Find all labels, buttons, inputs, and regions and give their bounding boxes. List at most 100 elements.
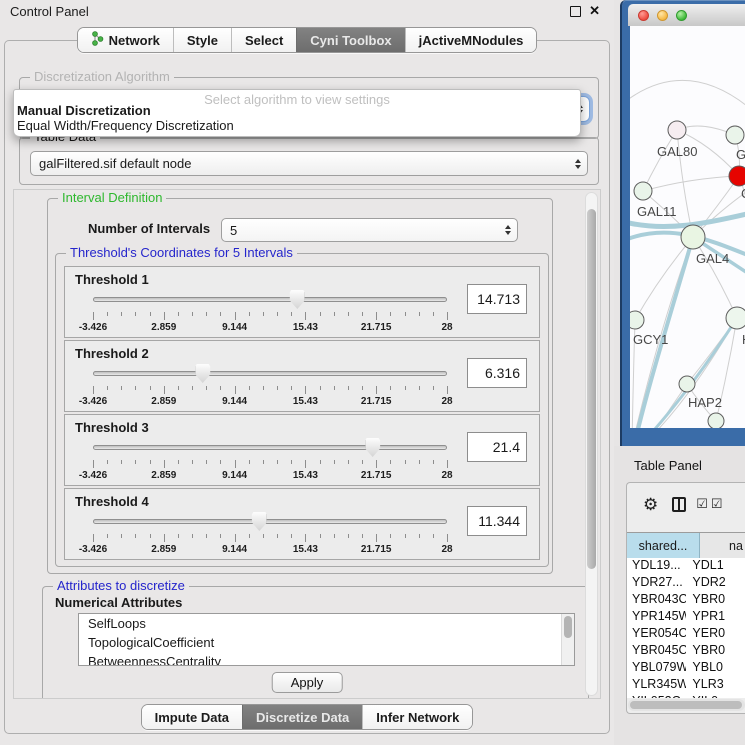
list-item[interactable]: TopologicalCoefficient	[79, 633, 574, 652]
columns-icon[interactable]	[672, 497, 686, 512]
table-cell[interactable]: YPR145W	[627, 609, 686, 626]
network-node[interactable]	[679, 376, 695, 392]
network-window-titlebar[interactable]	[628, 4, 745, 26]
network-edge[interactable]	[643, 176, 739, 191]
threshold-value-field[interactable]: 11.344	[467, 506, 527, 536]
table-horizontal-scrollbar[interactable]	[628, 699, 745, 711]
number-of-intervals-combobox[interactable]: 5	[221, 218, 518, 242]
tab-infer-network[interactable]: Infer Network	[362, 705, 472, 729]
table-cell[interactable]: YBR0	[686, 643, 745, 660]
table-cell[interactable]: YDR27...	[627, 575, 686, 592]
network-edge[interactable]	[630, 80, 745, 110]
table-row[interactable]: YER054CYER0	[627, 626, 745, 643]
dropdown-option-manual[interactable]: Manual Discretization	[17, 103, 151, 118]
table-row[interactable]: YPR145WYPR1	[627, 609, 745, 626]
table-scrollbar-thumb[interactable]	[630, 701, 742, 709]
apply-button[interactable]: Apply	[272, 672, 343, 693]
tab-select[interactable]: Select	[231, 28, 296, 52]
table-cell[interactable]: YIL052C	[627, 694, 686, 698]
slider-tick	[263, 386, 264, 390]
table-cell[interactable]: YLR345W	[627, 677, 686, 694]
table-cell[interactable]: YER0	[686, 626, 745, 643]
select-all-icon[interactable]: ☑	[696, 496, 709, 512]
close-icon[interactable]: ✕	[589, 6, 600, 16]
slider-thumb[interactable]	[290, 290, 305, 309]
table-cell[interactable]: YDR2	[686, 575, 745, 592]
table-cell[interactable]: YBR045C	[627, 643, 686, 660]
network-node[interactable]	[726, 307, 745, 329]
network-node[interactable]	[708, 413, 724, 428]
tab-discretize-data[interactable]: Discretize Data	[242, 705, 362, 729]
slider-tick	[405, 460, 406, 464]
network-canvas-container[interactable]: GAL80GACGAL11GAL4GCY1HHAP2	[630, 26, 745, 428]
tab-style[interactable]: Style	[173, 28, 231, 52]
network-node[interactable]	[729, 166, 745, 186]
slider-track[interactable]	[93, 297, 447, 302]
table-row[interactable]: YBR045CYBR0	[627, 643, 745, 660]
slider-track[interactable]	[93, 519, 447, 524]
close-traffic-light-icon[interactable]	[638, 10, 649, 21]
threshold-slider[interactable]: -3.4262.8599.14415.4321.71528	[93, 365, 447, 407]
table-row[interactable]: YDL19...YDL1	[627, 558, 745, 575]
tab-cyni-toolbox[interactable]: Cyni Toolbox	[296, 28, 404, 52]
deselect-all-icon[interactable]: ☑	[711, 496, 724, 512]
listbox-scrollbar[interactable]	[561, 614, 574, 665]
table-row[interactable]: YBR043CYBR0	[627, 592, 745, 609]
network-node[interactable]	[630, 311, 644, 329]
table-cell[interactable]: YBL079W	[627, 660, 686, 677]
settings-scrollbar-thumb[interactable]	[587, 209, 596, 569]
network-node[interactable]	[681, 225, 705, 249]
threshold-value-field[interactable]: 14.713	[467, 284, 527, 314]
tab-impute-data[interactable]: Impute Data	[142, 705, 242, 729]
gear-icon[interactable]: ⚙	[643, 496, 658, 513]
column-header-name[interactable]: na	[700, 533, 745, 558]
table-cell[interactable]: YER054C	[627, 626, 686, 643]
slider-tick	[362, 386, 363, 390]
network-node[interactable]	[726, 126, 744, 144]
table-row[interactable]: YDR27...YDR2	[627, 575, 745, 592]
slider-tick	[220, 460, 221, 464]
table-cell[interactable]: YLR3	[686, 677, 745, 694]
network-edge[interactable]	[635, 237, 693, 320]
tab-network[interactable]: Network	[78, 28, 173, 52]
list-item[interactable]: SelfLoops	[79, 614, 574, 633]
threshold-slider[interactable]: -3.4262.8599.14415.4321.71528	[93, 291, 447, 333]
table-cell[interactable]: YBR043C	[627, 592, 686, 609]
slider-track[interactable]	[93, 371, 447, 376]
network-node[interactable]	[634, 182, 652, 200]
tab-jactivemnodules[interactable]: jActiveMNodules	[405, 28, 537, 52]
slider-thumb[interactable]	[365, 438, 380, 457]
slider-thumb[interactable]	[252, 512, 267, 531]
slider-thumb[interactable]	[195, 364, 210, 383]
table-cell[interactable]: YPR1	[686, 609, 745, 626]
settings-vertical-scrollbar[interactable]	[585, 192, 598, 696]
network-edge[interactable]	[643, 130, 677, 191]
column-header-shared-name[interactable]: shared...	[627, 533, 700, 558]
list-item[interactable]: BetweennessCentrality	[79, 652, 574, 666]
network-canvas[interactable]: GAL80GACGAL11GAL4GCY1HHAP2	[630, 26, 745, 428]
table-row[interactable]: YBL079WYBL0	[627, 660, 745, 677]
slider-track[interactable]	[93, 445, 447, 450]
table-row[interactable]: YIL052CYIL0	[627, 694, 745, 698]
table-cell[interactable]: YBR0	[686, 592, 745, 609]
table-row[interactable]: YLR345WYLR3	[627, 677, 745, 694]
network-node[interactable]	[668, 121, 686, 139]
threshold-slider[interactable]: -3.4262.8599.14415.4321.71528	[93, 439, 447, 481]
table-data-combobox[interactable]: galFiltered.sif default node	[30, 151, 588, 176]
minimize-traffic-light-icon[interactable]	[657, 10, 668, 21]
zoom-traffic-light-icon[interactable]	[676, 10, 687, 21]
table-cell[interactable]: YBL0	[686, 660, 745, 677]
float-window-icon[interactable]	[570, 6, 581, 17]
slider-tick	[291, 460, 292, 464]
table-cell[interactable]: YIL0	[686, 694, 745, 698]
dropdown-option-equal-width[interactable]: Equal Width/Frequency Discretization	[17, 118, 234, 133]
table-cell[interactable]: YDL1	[686, 558, 745, 575]
threshold-slider[interactable]: -3.4262.8599.14415.4321.71528	[93, 513, 447, 555]
slider-tick	[348, 386, 349, 390]
threshold-value-field[interactable]: 6.316	[467, 358, 527, 388]
threshold-value-field[interactable]: 21.4	[467, 432, 527, 462]
table-cell[interactable]: YDL19...	[627, 558, 686, 575]
attributes-listbox[interactable]: SelfLoopsTopologicalCoefficientBetweenne…	[78, 613, 575, 666]
listbox-scrollbar-thumb[interactable]	[564, 616, 572, 638]
slider-tick	[178, 534, 179, 538]
